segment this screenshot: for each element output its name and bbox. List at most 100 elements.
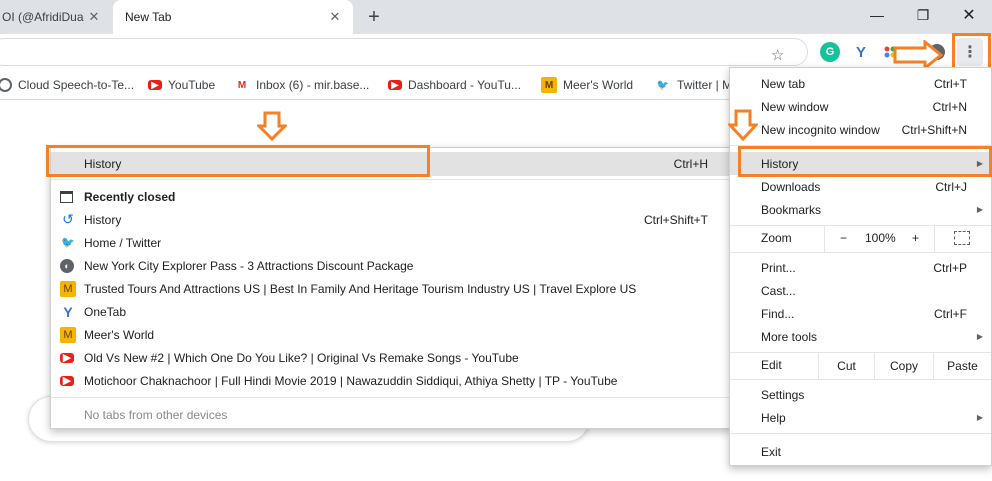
- bookmark-item[interactable]: M Meer's World: [541, 76, 633, 94]
- menu-item-new-window[interactable]: New window Ctrl+N: [730, 95, 991, 118]
- menu-item-label: Help: [761, 410, 786, 425]
- menu-item-label: Downloads: [761, 179, 821, 194]
- annotation-arrow-down-icon: [728, 109, 758, 142]
- onetab-icon[interactable]: Y: [851, 42, 871, 62]
- menu-item-find[interactable]: Find... Ctrl+F: [730, 302, 991, 325]
- zoom-in-button[interactable]: +: [912, 231, 919, 245]
- submenu-arrow-icon: ▶: [976, 205, 983, 214]
- copy-button[interactable]: Copy: [874, 353, 933, 379]
- menu-item-label: Meer's World: [84, 327, 155, 342]
- history-item[interactable]: ▶ Motichoor Chaknachoor | Full Hindi Mov…: [51, 369, 732, 392]
- minimize-button[interactable]: —: [854, 0, 900, 30]
- youtube-icon: ▶: [148, 80, 162, 91]
- menu-item-exit[interactable]: Exit: [730, 440, 991, 463]
- new-tab-button[interactable]: +: [362, 6, 386, 28]
- close-icon[interactable]: ✕: [325, 7, 345, 27]
- tab-twitter[interactable]: OI (@AfridiDua) ✕: [0, 0, 112, 34]
- cut-button[interactable]: Cut: [818, 353, 874, 379]
- bookmark-label: Meer's World: [563, 78, 634, 92]
- menu-item-label: Trusted Tours And Attractions US | Best …: [84, 281, 637, 296]
- menu-item-label: Cast...: [761, 283, 796, 298]
- bookmark-item[interactable]: ▶ YouTube: [148, 76, 215, 94]
- tab-strip: OI (@AfridiDua) ✕ New Tab ✕ + — ❐ ✕: [0, 0, 992, 34]
- youtube-icon: ▶: [388, 80, 402, 91]
- menu-item-label: New incognito window: [761, 122, 880, 137]
- meers-world-icon: M: [60, 280, 76, 297]
- cloud-icon: [0, 78, 12, 92]
- other-devices-message: No tabs from other devices: [51, 403, 732, 426]
- menu-item-shortcut: Ctrl+F: [934, 306, 967, 321]
- menu-item-label: More tools: [761, 329, 818, 344]
- youtube-icon: ▶: [60, 375, 74, 387]
- window-icon: [60, 190, 73, 203]
- history-item[interactable]: M Trusted Tours And Attractions US | Bes…: [51, 277, 732, 300]
- menu-item-print[interactable]: Print... Ctrl+P: [730, 256, 991, 279]
- twitter-icon: 🐦: [61, 237, 75, 249]
- history-clock-icon: ↺: [62, 211, 74, 227]
- paste-button[interactable]: Paste: [933, 353, 991, 379]
- gmail-icon: M: [237, 79, 247, 91]
- menu-item-label: Bookmarks: [761, 202, 822, 217]
- menu-item-label: Home / Twitter: [84, 235, 162, 250]
- menu-item-downloads[interactable]: Downloads Ctrl+J: [730, 175, 991, 198]
- twitter-icon: 🐦: [656, 79, 670, 91]
- menu-item-more-tools[interactable]: More tools ▶: [730, 325, 991, 348]
- menu-item-new-tab[interactable]: New tab Ctrl+T: [730, 72, 991, 95]
- history-item[interactable]: Y OneTab: [51, 300, 732, 323]
- youtube-icon: ▶: [60, 352, 74, 364]
- tab-new-tab[interactable]: New Tab ✕: [113, 0, 353, 34]
- menu-item-label: Exit: [761, 444, 782, 459]
- zoom-row: Zoom − 100% +: [730, 226, 991, 252]
- menu-item-label: OneTab: [84, 304, 127, 319]
- bookmark-item[interactable]: M Inbox (6) - mir.base...: [234, 76, 370, 94]
- globe-icon: ◐: [60, 258, 74, 273]
- menu-item-label: Recently closed: [84, 189, 176, 204]
- history-item[interactable]: ◐ New York City Explorer Pass - 3 Attrac…: [51, 254, 732, 277]
- tab-title: New Tab: [125, 10, 172, 24]
- toolbar: ☆: [0, 34, 992, 70]
- bookmark-label: Inbox (6) - mir.base...: [256, 78, 370, 92]
- menu-item-shortcut: Ctrl+N: [932, 99, 967, 114]
- menu-item-shortcut: Ctrl+H: [673, 157, 708, 171]
- zoom-out-button[interactable]: −: [840, 231, 847, 245]
- grammarly-icon[interactable]: G: [820, 42, 840, 62]
- menu-item-settings[interactable]: Settings: [730, 383, 991, 406]
- menu-divider: [51, 179, 732, 180]
- menu-item-label: History: [84, 212, 122, 227]
- bookmark-item[interactable]: Cloud Speech-to-Te...: [0, 76, 134, 94]
- fullscreen-icon[interactable]: [954, 231, 970, 245]
- menu-item-help[interactable]: Help ▶: [730, 406, 991, 429]
- onetab-icon: Y: [63, 303, 73, 320]
- menu-item-cast[interactable]: Cast...: [730, 279, 991, 302]
- menu-item-shortcut: Ctrl+J: [935, 179, 967, 194]
- menu-item-bookmarks[interactable]: Bookmarks ▶: [730, 198, 991, 221]
- bookmark-label: Twitter | M: [677, 78, 733, 92]
- menu-item-new-incognito-window[interactable]: New incognito window Ctrl+Shift+N: [730, 118, 991, 141]
- bookmark-star-icon[interactable]: ☆: [771, 46, 784, 64]
- close-icon[interactable]: ✕: [84, 7, 104, 27]
- history-submenu: History Ctrl+H Recently closed ↺ History…: [50, 147, 733, 429]
- menu-item-label: Edit: [761, 358, 782, 372]
- address-bar[interactable]: ☆: [0, 38, 808, 66]
- menu-item-label: Old Vs New #2 | Which One Do You Like? |…: [84, 350, 519, 365]
- menu-item-label: New window: [761, 99, 829, 114]
- menu-divider: [730, 433, 991, 434]
- history-item[interactable]: M Meer's World: [51, 323, 732, 346]
- meers-world-icon: M: [541, 77, 557, 93]
- menu-item-label: New tab: [761, 76, 806, 91]
- bookmark-item[interactable]: 🐦 Twitter | M: [655, 76, 732, 94]
- edit-row: Edit Cut Copy Paste: [730, 353, 991, 379]
- menu-item-label: Settings: [761, 387, 805, 402]
- window-close-button[interactable]: ✕: [946, 0, 992, 30]
- meers-world-icon: M: [60, 326, 76, 343]
- menu-divider: [730, 252, 991, 253]
- history-item[interactable]: 🐦 Home / Twitter: [51, 231, 732, 254]
- tab-title: OI (@AfridiDua): [2, 10, 84, 24]
- history-item[interactable]: ▶ Old Vs New #2 | Which One Do You Like?…: [51, 346, 732, 369]
- menu-item-label: Print...: [761, 260, 796, 275]
- bookmark-label: YouTube: [168, 78, 216, 92]
- maximize-button[interactable]: ❐: [900, 0, 946, 30]
- zoom-controls: − 100% +: [824, 226, 935, 252]
- history-item[interactable]: ↺ History Ctrl+Shift+T: [51, 208, 732, 231]
- bookmark-item[interactable]: ▶ Dashboard - YouTu...: [388, 76, 521, 94]
